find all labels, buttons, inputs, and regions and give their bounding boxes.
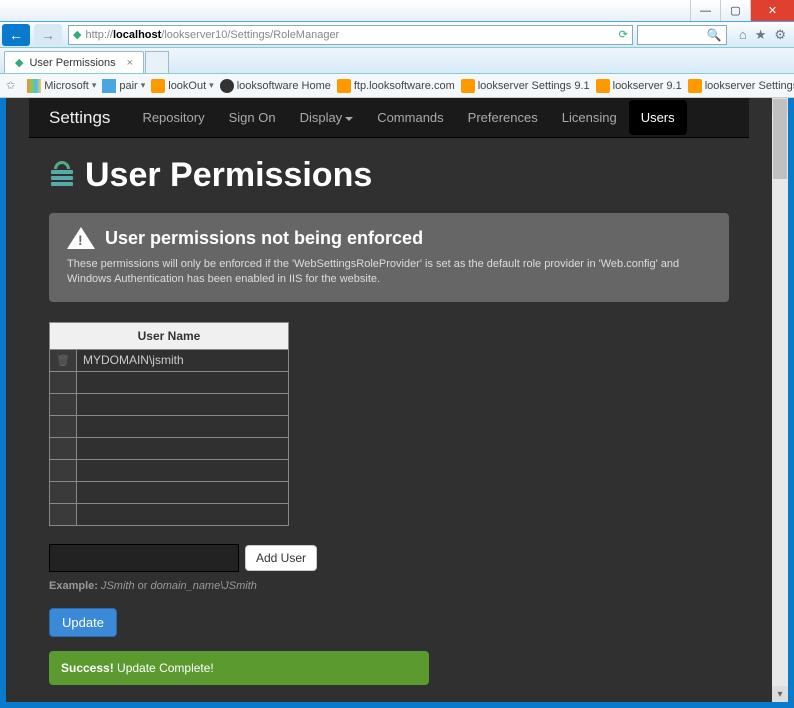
home-icon[interactable]: ⌂ <box>739 27 747 43</box>
table-row <box>50 459 289 481</box>
user-cell: MYDOMAIN\jsmith <box>76 349 288 371</box>
scrollbar-vertical[interactable]: ▴ ▾ <box>772 98 788 702</box>
forward-button[interactable]: → <box>34 24 62 46</box>
favorite-item[interactable]: looksoftware Home <box>220 79 331 93</box>
page-favicon-icon: ◆ <box>73 28 81 41</box>
nav-brand: Settings <box>49 108 110 128</box>
table-row <box>50 415 289 437</box>
example-hint: Example: JSmith or domain_name\JSmith <box>49 580 729 592</box>
page-title: User Permissions <box>85 156 372 195</box>
favorite-icon <box>596 79 610 93</box>
search-field[interactable]: 🔍 <box>637 25 727 45</box>
user-cell <box>76 503 288 525</box>
settings-navbar: Settings RepositorySign OnDisplayCommand… <box>29 98 749 138</box>
user-cell <box>76 481 288 503</box>
nav-link-repository[interactable]: Repository <box>130 100 216 135</box>
new-tab-button[interactable] <box>145 51 169 73</box>
chevron-down-icon: ▾ <box>92 80 97 91</box>
favorite-icon <box>337 79 351 93</box>
nav-link-users[interactable]: Users <box>629 100 687 135</box>
page-viewport: Settings RepositorySign OnDisplayCommand… <box>6 98 788 702</box>
user-cell <box>76 459 288 481</box>
tab-favicon-icon: ◆ <box>15 56 23 69</box>
scroll-down-icon[interactable]: ▾ <box>772 686 788 702</box>
address-bar-row: ← → ◆ http://localhost/lookserver10/Sett… <box>0 22 794 48</box>
chevron-down-icon <box>345 117 353 121</box>
delete-row-icon <box>50 371 77 393</box>
favorite-item[interactable]: pair ▾ <box>102 79 145 93</box>
url-field[interactable]: ◆ http://localhost/lookserver10/Settings… <box>68 25 633 45</box>
table-row <box>50 437 289 459</box>
tools-icon[interactable]: ⚙ <box>774 27 786 43</box>
minimize-button[interactable]: — <box>690 0 720 21</box>
user-cell <box>76 371 288 393</box>
favorite-icon <box>27 79 41 93</box>
delete-row-icon <box>50 503 77 525</box>
favorite-item[interactable]: lookserver 9.1 <box>596 79 682 93</box>
close-button[interactable]: ✕ <box>750 0 794 21</box>
scroll-thumb[interactable] <box>773 99 787 179</box>
maximize-button[interactable]: ▢ <box>720 0 750 21</box>
new-user-input[interactable] <box>49 544 239 572</box>
alert-heading: User permissions not being enforced <box>105 228 423 249</box>
table-row: 🗑MYDOMAIN\jsmith <box>50 349 289 371</box>
add-user-button[interactable]: Add User <box>245 545 317 571</box>
nav-link-commands[interactable]: Commands <box>365 100 455 135</box>
table-header: User Name <box>50 322 289 349</box>
user-cell <box>76 393 288 415</box>
favorite-icon <box>461 79 475 93</box>
alert-body: These permissions will only be enforced … <box>67 257 711 288</box>
url-host: localhost <box>113 29 161 41</box>
delete-row-icon <box>50 437 77 459</box>
tab-title: User Permissions <box>29 57 115 69</box>
url-protocol: http:// <box>85 29 113 41</box>
delete-row-icon <box>50 415 77 437</box>
browser-tabs: ◆ User Permissions × <box>0 48 794 74</box>
nav-link-licensing[interactable]: Licensing <box>550 100 629 135</box>
warning-alert: User permissions not being enforced Thes… <box>49 213 729 302</box>
table-row <box>50 503 289 525</box>
tab-close-icon[interactable]: × <box>127 57 133 69</box>
success-alert: Success! Update Complete! <box>49 651 429 685</box>
lock-icon <box>49 161 75 191</box>
favorite-icon <box>220 79 234 93</box>
favorites-bar: ✩ Microsoft ▾ pair ▾ lookOut ▾ looksoftware… <box>0 74 794 98</box>
user-cell <box>76 415 288 437</box>
delete-row-icon[interactable]: 🗑 <box>50 349 77 371</box>
nav-link-sign-on[interactable]: Sign On <box>217 100 288 135</box>
refresh-icon[interactable]: ⟳ <box>619 28 628 41</box>
url-path: /lookserver10/Settings/RoleManager <box>161 29 339 41</box>
favorite-item[interactable]: lookOut ▾ <box>151 79 213 93</box>
users-table: User Name 🗑MYDOMAIN\jsmith <box>49 322 289 526</box>
nav-link-display[interactable]: Display <box>288 100 366 135</box>
window-titlebar: — ▢ ✕ <box>0 0 794 22</box>
table-row <box>50 393 289 415</box>
favorites-icon[interactable]: ★ <box>755 27 767 43</box>
table-row <box>50 371 289 393</box>
favorite-icon <box>102 79 116 93</box>
nav-link-preferences[interactable]: Preferences <box>456 100 550 135</box>
delete-row-icon <box>50 481 77 503</box>
favorite-icon <box>688 79 702 93</box>
browser-tab[interactable]: ◆ User Permissions × <box>4 51 144 73</box>
delete-row-icon <box>50 393 77 415</box>
favorite-item[interactable]: lookserver Settings 10.0 <box>688 79 794 93</box>
favorite-item[interactable]: ftp.looksoftware.com <box>337 79 455 93</box>
delete-row-icon <box>50 459 77 481</box>
table-row <box>50 481 289 503</box>
favorite-icon <box>151 79 165 93</box>
back-button[interactable]: ← <box>2 24 30 46</box>
user-cell <box>76 437 288 459</box>
chevron-down-icon: ▾ <box>209 80 214 91</box>
update-button[interactable]: Update <box>49 608 117 637</box>
favorite-item[interactable]: lookserver Settings 9.1 <box>461 79 590 93</box>
add-favorite-icon[interactable]: ✩ <box>6 79 15 92</box>
favorite-item[interactable]: Microsoft ▾ <box>27 79 96 93</box>
warning-icon <box>67 227 95 249</box>
chevron-down-icon: ▾ <box>141 80 146 91</box>
